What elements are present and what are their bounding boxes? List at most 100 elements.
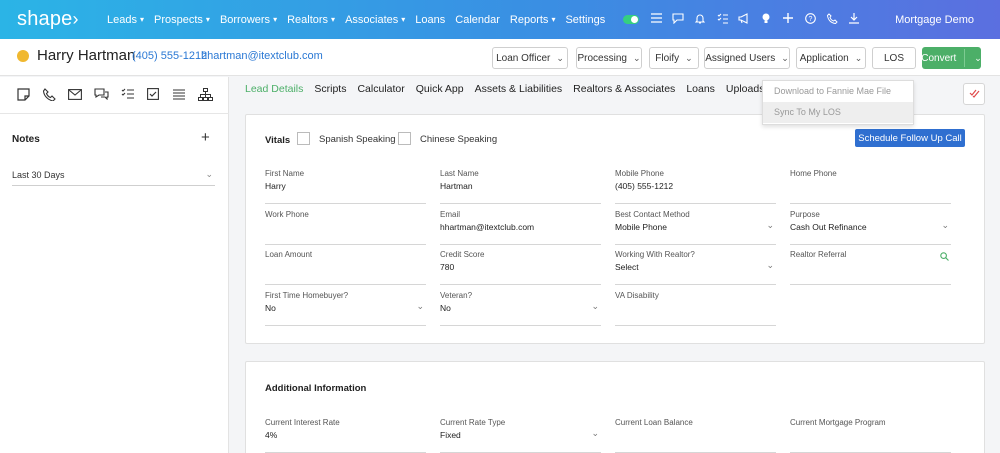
current-rate-type-select[interactable]: Current Rate Type Fixed ⌄ xyxy=(440,418,601,453)
tab-assets-liabilities[interactable]: Assets & Liabilities xyxy=(475,83,563,103)
assigned-users-button[interactable]: Assigned Users ⌄ xyxy=(704,47,790,69)
search-icon[interactable] xyxy=(940,250,949,264)
current-mortgage-program-field[interactable]: Current Mortgage Program xyxy=(790,418,951,453)
mail-icon[interactable] xyxy=(62,85,88,103)
convert-button[interactable]: Convert ⌄ xyxy=(921,47,982,69)
button-label: Floify xyxy=(655,52,680,64)
list-icon[interactable] xyxy=(645,13,667,26)
application-button[interactable]: Application ⌄ xyxy=(796,47,866,69)
loan-amount-field[interactable]: Loan Amount xyxy=(265,250,426,285)
nav-item-label: Prospects xyxy=(154,13,203,26)
los-button[interactable]: LOS xyxy=(872,47,916,69)
convert-divider xyxy=(964,49,965,67)
purpose-select[interactable]: Purpose Cash Out Refinance ⌄ xyxy=(790,210,951,245)
field-label: Current Mortgage Program xyxy=(790,418,886,427)
megaphone-icon[interactable] xyxy=(733,12,755,27)
chevron-down-icon: ⌄ xyxy=(941,219,949,230)
list-icon[interactable] xyxy=(166,85,192,103)
field-label: First Time Homebuyer? xyxy=(265,290,349,300)
current-loan-balance-field[interactable]: Current Loan Balance xyxy=(615,418,776,453)
nav-item-reports[interactable]: Reports ▾ xyxy=(510,14,556,26)
nav-item-realtors[interactable]: Realtors ▾ xyxy=(287,14,335,26)
chevron-down-icon[interactable]: ⌄ xyxy=(974,53,982,64)
top-nav: shape› Leads ▾ Prospects ▾ Borrowers ▾ Realtor… xyxy=(0,0,1000,39)
field-label: Current Loan Balance xyxy=(615,418,693,427)
first-name-field[interactable]: First Name Harry xyxy=(265,169,426,204)
tab-lead-details[interactable]: Lead Details xyxy=(245,83,303,103)
tab-loans[interactable]: Loans xyxy=(686,83,715,103)
floify-button[interactable]: Floify ⌄ xyxy=(649,47,699,69)
phone-icon[interactable] xyxy=(36,85,62,103)
schedule-follow-up-button[interactable]: Schedule Follow Up Call xyxy=(855,129,965,147)
bell-icon[interactable] xyxy=(689,13,711,27)
loan-officer-button[interactable]: Loan Officer ⌄ xyxy=(492,47,568,69)
nav-item-leads[interactable]: Leads ▾ xyxy=(107,14,144,26)
logo-text: shape xyxy=(17,8,73,30)
email-field[interactable]: Email hhartman@itextclub.com xyxy=(440,210,601,245)
home-phone-field[interactable]: Home Phone xyxy=(790,169,951,204)
field-label: Realtor Referral xyxy=(790,250,847,259)
chat-icon[interactable] xyxy=(667,12,689,27)
last-name-field[interactable]: Last Name Hartman xyxy=(440,169,601,204)
field-label: Home Phone xyxy=(790,169,837,178)
nav-item-label: Calendar xyxy=(455,13,500,26)
tab-uploads[interactable]: Uploads xyxy=(726,83,765,103)
nav-item-associates[interactable]: Associates ▾ xyxy=(345,14,405,26)
contact-name: Harry Hartman xyxy=(37,47,136,64)
contact-email-link[interactable]: hhartman@itextclub.com xyxy=(201,50,323,62)
tab-quick-app[interactable]: Quick App xyxy=(416,83,464,103)
realtor-referral-field[interactable]: Realtor Referral xyxy=(790,250,951,285)
nav-item-loans[interactable]: Loans xyxy=(415,14,445,26)
va-disability-field[interactable]: VA Disability xyxy=(615,291,776,326)
field-label: Credit Score xyxy=(440,250,485,259)
logo[interactable]: shape› xyxy=(17,8,107,31)
working-with-realtor-select[interactable]: Working With Realtor? Select ⌄ xyxy=(615,250,776,285)
menu-item-sync-los[interactable]: Sync To My LOS xyxy=(763,102,913,123)
note-icon[interactable] xyxy=(10,85,36,103)
field-value: Hartman xyxy=(440,181,473,191)
chinese-speaking-checkbox[interactable] xyxy=(398,132,411,145)
credit-score-field[interactable]: Credit Score 780 xyxy=(440,250,601,285)
processing-button[interactable]: Processing ⌄ xyxy=(576,47,642,69)
download-icon[interactable] xyxy=(843,12,865,27)
flag-button[interactable] xyxy=(963,83,985,105)
user-menu[interactable]: Mortgage Demo xyxy=(895,14,974,26)
nav-item-settings[interactable]: Settings xyxy=(565,14,605,26)
tab-realtors-associates[interactable]: Realtors & Associates xyxy=(573,83,675,103)
plus-icon[interactable] xyxy=(777,13,799,26)
work-phone-field[interactable]: Work Phone xyxy=(265,210,426,245)
first-time-homebuyer-select[interactable]: First Time Homebuyer? No ⌄ xyxy=(265,291,426,326)
best-contact-method-select[interactable]: Best Contact Method Mobile Phone ⌄ xyxy=(615,210,776,245)
field-value: (405) 555-1212 xyxy=(615,181,674,191)
veteran-select[interactable]: Veteran? No ⌄ xyxy=(440,291,601,326)
mobile-phone-field[interactable]: Mobile Phone (405) 555-1212 xyxy=(615,169,776,204)
contact-phone-link[interactable]: (405) 555-1212 xyxy=(132,50,207,62)
lightbulb-icon[interactable] xyxy=(755,13,777,27)
field-label: Working With Realtor? xyxy=(615,250,695,259)
toggle-icon[interactable] xyxy=(623,15,640,24)
checklist-icon[interactable] xyxy=(711,13,733,27)
nav-item-prospects[interactable]: Prospects ▾ xyxy=(154,14,210,26)
checkbox-icon[interactable] xyxy=(140,85,166,103)
chat-icon[interactable] xyxy=(88,85,114,103)
tab-scripts[interactable]: Scripts xyxy=(314,83,346,103)
nav-item-calendar[interactable]: Calendar xyxy=(455,14,500,26)
field-value: 780 xyxy=(440,262,455,272)
spanish-speaking-checkbox[interactable] xyxy=(297,132,310,145)
notes-filter-select[interactable]: Last 30 Days ⌄ xyxy=(12,169,215,186)
menu-item-download-fannie-mae[interactable]: Download to Fannie Mae File xyxy=(763,81,913,102)
tab-calculator[interactable]: Calculator xyxy=(357,83,404,103)
field-label: First Name xyxy=(265,169,305,178)
activity-icons xyxy=(10,85,218,103)
help-icon[interactable]: ? xyxy=(799,12,821,27)
current-interest-rate-field[interactable]: Current Interest Rate 4% xyxy=(265,418,426,453)
chinese-speaking-label: Chinese Speaking xyxy=(420,134,498,145)
nav-item-borrowers[interactable]: Borrowers ▾ xyxy=(220,14,277,26)
org-chart-icon[interactable] xyxy=(192,85,218,103)
nav-item-label: Reports xyxy=(509,13,549,26)
add-note-icon[interactable]: + xyxy=(201,129,210,146)
chevron-down-icon: ▾ xyxy=(401,15,406,24)
nav-item-label: Loans xyxy=(415,13,446,26)
tasks-icon[interactable] xyxy=(114,85,140,103)
phone-icon[interactable] xyxy=(821,12,843,27)
